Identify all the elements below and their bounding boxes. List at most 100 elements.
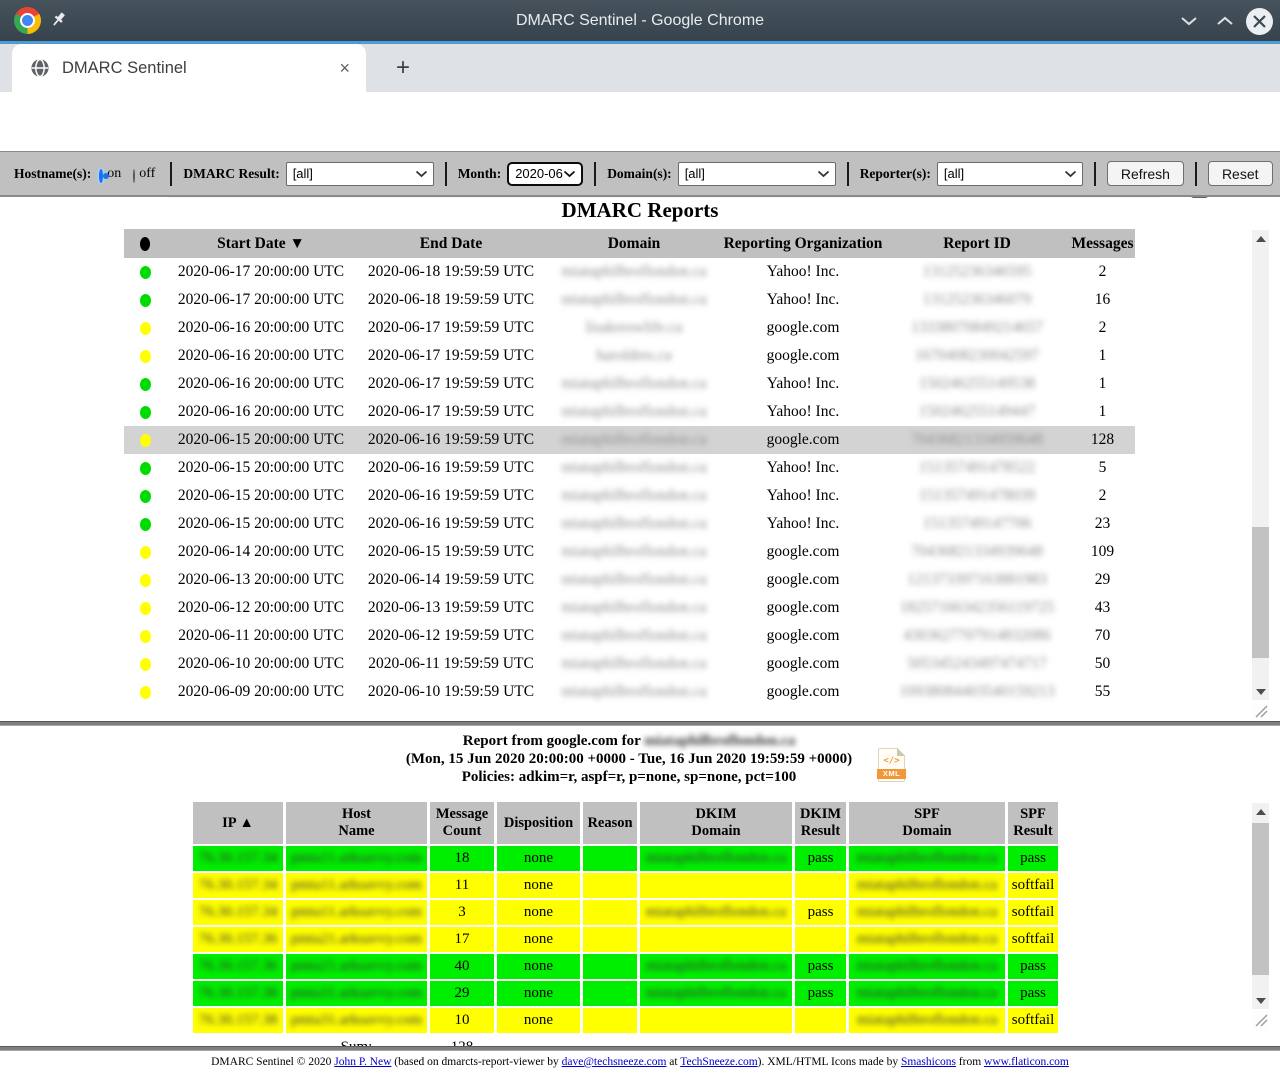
ip-cell: 76.30.157.34 (193, 846, 283, 871)
dkim-domain-cell: miataphilbroflondon.ca (640, 954, 792, 979)
report-row[interactable]: 2020-06-16 20:00:00 UTC2020-06-17 19:59:… (124, 314, 1135, 342)
detail-row: 76.30.157.38pmta31.arksavvy.com29nonemia… (193, 981, 1058, 1006)
reports-column-header[interactable]: Reporting Organization (722, 229, 884, 258)
count-cell: 29 (430, 981, 494, 1006)
redacted-report-id: 13338070849214657 (911, 319, 1043, 336)
resize-grip-icon[interactable] (1252, 702, 1269, 721)
report-row[interactable]: 2020-06-16 20:00:00 UTC2020-06-17 19:59:… (124, 342, 1135, 370)
reports-column-header[interactable]: Report ID (884, 229, 1070, 258)
page-title: DMARC Reports (0, 198, 1280, 223)
tab-close-icon[interactable]: × (335, 58, 354, 79)
start-date-cell: 2020-06-16 20:00:00 UTC (166, 370, 356, 398)
dmarc-result-select[interactable]: [all] (286, 162, 434, 186)
new-tab-button[interactable]: + (388, 54, 418, 84)
resize-grip-icon[interactable] (1252, 1011, 1269, 1031)
page-fold-icon (897, 748, 905, 756)
hostname-on-radio[interactable] (99, 169, 103, 183)
footer-link[interactable]: John P. New (334, 1056, 391, 1068)
report-row[interactable]: 2020-06-16 20:00:00 UTC2020-06-17 19:59:… (124, 370, 1135, 398)
detail-column-header[interactable]: SPF Domain (849, 802, 1005, 844)
report-row[interactable]: 2020-06-15 20:00:00 UTC2020-06-16 19:59:… (124, 426, 1135, 454)
domain-cell: miataphilbroflondon.ca (546, 538, 722, 566)
chevron-down-icon (1064, 170, 1077, 178)
sum-row: Sum:128 (193, 1035, 1058, 1046)
reports-column-header[interactable]: Start Date ▼ (166, 229, 356, 258)
footer-link[interactable]: dave@techsneeze.com (562, 1056, 667, 1068)
footer-link[interactable]: TechSneeze.com (680, 1056, 757, 1068)
tab-dmarc-sentinel[interactable]: DMARC Sentinel × (12, 44, 366, 92)
start-date-cell: 2020-06-17 20:00:00 UTC (166, 286, 356, 314)
reports-table-header-row: Start Date ▼End DateDomainReporting Orga… (124, 229, 1135, 258)
reset-button[interactable]: Reset (1208, 161, 1273, 186)
footer-link[interactable]: www.flaticon.com (984, 1056, 1069, 1068)
month-label: Month: (458, 166, 502, 182)
report-row[interactable]: 2020-06-15 20:00:00 UTC2020-06-16 19:59:… (124, 454, 1135, 482)
count-cell: 18 (430, 846, 494, 871)
redacted-text: 76.30.157.34 (199, 877, 278, 893)
reason-cell (583, 1008, 637, 1033)
report-row[interactable]: 2020-06-10 20:00:00 UTC2020-06-11 19:59:… (124, 650, 1135, 678)
scroll-up-icon[interactable] (1252, 230, 1269, 247)
status-dot-icon (140, 462, 151, 475)
redacted-report-id: 4303627707914832086 (903, 627, 1050, 644)
window-minimize-button[interactable] (1176, 8, 1202, 34)
detail-column-header[interactable]: Reason (583, 802, 637, 844)
refresh-button[interactable]: Refresh (1107, 161, 1184, 186)
filter-separator (594, 162, 596, 186)
detail-column-header[interactable]: Host Name (286, 802, 427, 844)
status-dot-icon (140, 658, 151, 671)
xml-download-icon[interactable]: </> XML (878, 748, 905, 782)
report-row[interactable]: 2020-06-15 20:00:00 UTC2020-06-16 19:59:… (124, 482, 1135, 510)
detail-column-header[interactable]: IP ▲ (193, 802, 283, 844)
domain-select[interactable]: [all] (678, 162, 836, 186)
detail-column-header[interactable]: Disposition (497, 802, 580, 844)
chevron-down-icon (563, 170, 576, 178)
reports-table: Start Date ▼End DateDomainReporting Orga… (124, 229, 1135, 706)
reports-column-header[interactable]: Messages (1070, 229, 1135, 258)
end-date-cell: 2020-06-16 19:59:59 UTC (356, 454, 546, 482)
report-row[interactable]: 2020-06-15 20:00:00 UTC2020-06-16 19:59:… (124, 510, 1135, 538)
reports-scrollbar[interactable] (1252, 230, 1269, 700)
reports-column-header[interactable]: End Date (356, 229, 546, 258)
report-row[interactable]: 2020-06-17 20:00:00 UTC2020-06-18 19:59:… (124, 286, 1135, 314)
redacted-domain: miataphilbroflondon.ca (561, 543, 706, 560)
scroll-down-icon[interactable] (1252, 683, 1269, 700)
report-row[interactable]: 2020-06-16 20:00:00 UTC2020-06-17 19:59:… (124, 398, 1135, 426)
report-row[interactable]: 2020-06-17 20:00:00 UTC2020-06-18 19:59:… (124, 258, 1135, 286)
detail-column-header[interactable]: DKIM Result (795, 802, 846, 844)
window-maximize-button[interactable] (1212, 8, 1238, 34)
report-row[interactable]: 2020-06-11 20:00:00 UTC2020-06-12 19:59:… (124, 622, 1135, 650)
report-id-cell: 151357491478039 (884, 482, 1070, 510)
reports-column-header[interactable] (124, 229, 166, 258)
status-cell (124, 398, 166, 426)
reporter-select[interactable]: [all] (937, 162, 1083, 186)
window-close-button[interactable] (1246, 8, 1273, 35)
spf-domain-cell: miataphilbroflondon.ca (849, 846, 1005, 871)
start-date-cell: 2020-06-15 20:00:00 UTC (166, 454, 356, 482)
detail-column-header[interactable]: DKIM Domain (640, 802, 792, 844)
report-row[interactable]: 2020-06-12 20:00:00 UTC2020-06-13 19:59:… (124, 594, 1135, 622)
report-row[interactable]: 2020-06-13 20:00:00 UTC2020-06-14 19:59:… (124, 566, 1135, 594)
host-cell: pmta21.arksavvy.com (286, 927, 427, 952)
footer-link[interactable]: Smashicons (901, 1056, 956, 1068)
redacted-domain: haroldres.ca (596, 347, 671, 364)
report-id-cell: 150246255149447 (884, 398, 1070, 426)
reports-column-header[interactable]: Domain (546, 229, 722, 258)
redacted-text: 76.30.157.34 (199, 850, 278, 866)
report-row[interactable]: 2020-06-09 20:00:00 UTC2020-06-10 19:59:… (124, 678, 1135, 706)
redacted-report-id: 70436821334959648 (911, 431, 1043, 448)
scrollbar-thumb[interactable] (1252, 823, 1269, 975)
report-row[interactable]: 2020-06-14 20:00:00 UTC2020-06-15 19:59:… (124, 538, 1135, 566)
dkim-domain-cell: miataphilbroflondon.ca (640, 900, 792, 925)
spf-result-cell: softfail (1008, 900, 1058, 925)
scroll-up-icon[interactable] (1252, 803, 1269, 820)
hostname-on-label[interactable]: on (107, 166, 121, 182)
detail-scrollbar[interactable] (1252, 803, 1269, 1009)
hostname-off-label[interactable]: off (139, 166, 155, 182)
month-select[interactable]: 2020-06 (507, 162, 583, 186)
detail-column-header[interactable]: SPF Result (1008, 802, 1058, 844)
detail-column-header[interactable]: Message Count (430, 802, 494, 844)
scroll-down-icon[interactable] (1252, 992, 1269, 1009)
scrollbar-thumb[interactable] (1252, 527, 1269, 658)
hostname-off-radio[interactable] (133, 169, 135, 183)
